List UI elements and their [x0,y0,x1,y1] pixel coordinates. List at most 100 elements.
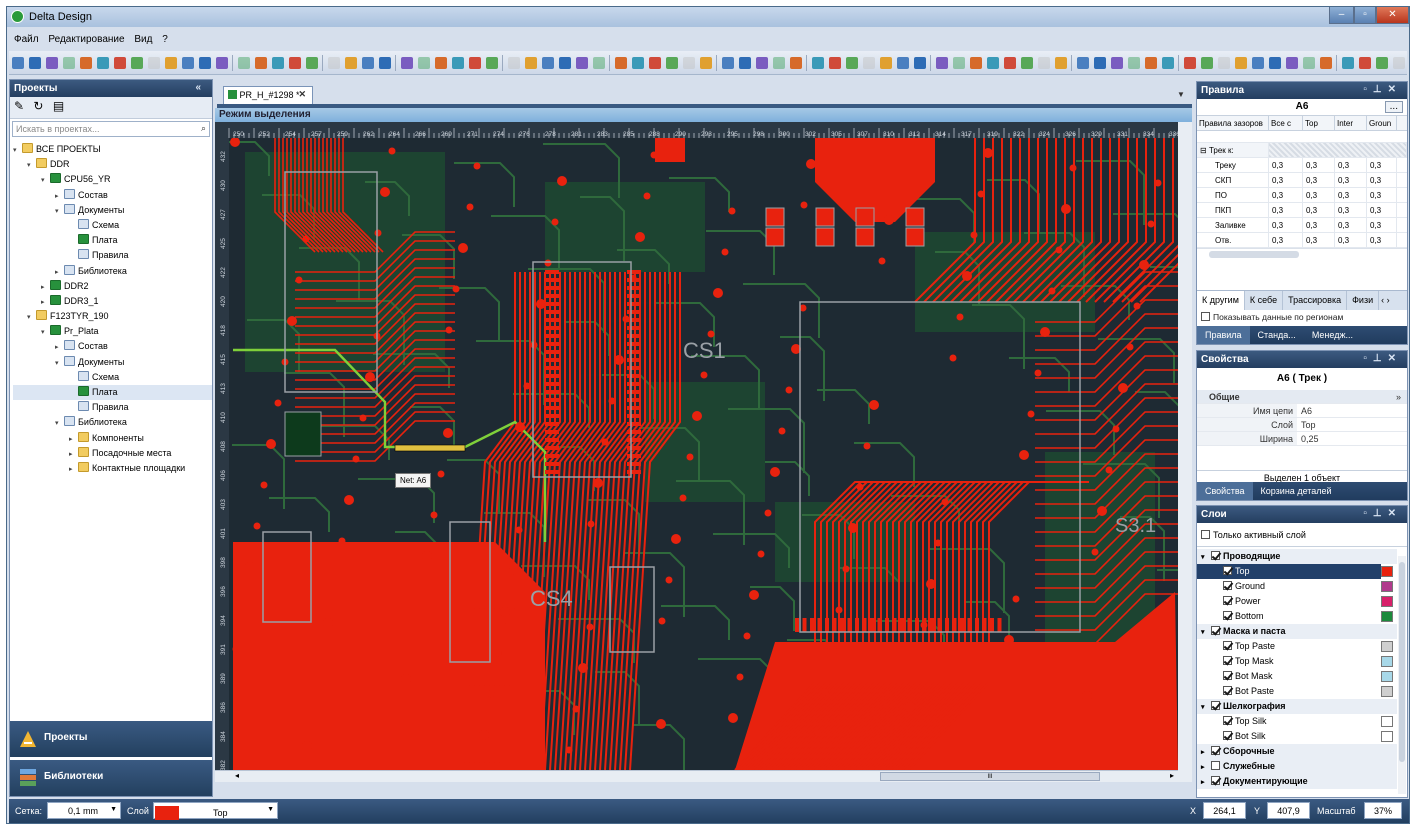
group-arrow-icon[interactable]: ▾ [1201,625,1211,640]
panel-controls-icon[interactable]: ▫⊥✕ [1363,353,1402,364]
rules-cell[interactable]: 0,3 [1367,218,1397,232]
tree-node[interactable]: Правила [13,248,212,263]
layer-visibility-checkbox[interactable] [1211,776,1220,785]
collapse-section-icon[interactable]: » [1297,390,1407,403]
toolbar-tool-icon[interactable] [12,57,24,69]
tree-node[interactable]: ▾ F123TYR_190 [13,309,212,324]
tree-node[interactable]: ▾ Библиотека [13,415,212,430]
toolbar-tool-icon[interactable] [379,57,391,69]
property-row[interactable]: Ширина 0,25 [1197,432,1407,446]
toolbar-tool-icon[interactable] [1004,57,1016,69]
rules-cell[interactable]: 0,3 [1269,203,1303,217]
tab-document[interactable]: PR_H_#1298 * ✕ [223,86,313,104]
tree-node[interactable]: Плата [13,385,212,401]
rules-cell[interactable]: 0,3 [1335,218,1367,232]
layer-color-swatch[interactable] [1381,686,1393,697]
toolbar-tool-icon[interactable] [1162,57,1174,69]
scale-value[interactable]: 37% [1364,802,1402,819]
toolbar-tool-icon[interactable] [46,57,58,69]
rules-cell[interactable]: 0,3 [1367,188,1397,202]
close-tab-icon[interactable]: ✕ [298,89,306,100]
group-arrow-icon[interactable]: ▸ [1201,745,1211,760]
horizontal-scroll-thumb[interactable]: III [880,772,1100,781]
subtab-scroll-icon[interactable]: ‹ › [1379,291,1395,310]
toolbar-tool-icon[interactable] [1021,57,1033,69]
layer-visibility-checkbox[interactable] [1211,626,1220,635]
toolbar-tool-icon[interactable] [987,57,999,69]
tree-node[interactable]: ▸ Состав [13,188,212,203]
grid-select[interactable]: 0,1 mm ▼ [47,802,121,819]
layer-group[interactable]: ▸ Служебные [1197,759,1397,774]
layer-visibility-checkbox[interactable] [1211,746,1220,755]
menu-edit[interactable]: Редактирование [48,32,124,48]
rules-cell[interactable]: 0,3 [1335,188,1367,202]
layer-visibility-checkbox[interactable] [1211,701,1220,710]
expanded-arrow-icon[interactable]: ▾ [55,416,64,431]
toolbar-tool-icon[interactable] [1303,57,1315,69]
rules-cell[interactable]: 0,3 [1303,158,1335,172]
rules-cell[interactable]: 0,3 [1269,218,1303,232]
group-arrow-icon[interactable]: ▸ [1201,775,1211,790]
toolbar-tool-icon[interactable] [812,57,824,69]
toolbar-tool-icon[interactable] [148,57,160,69]
layer-visibility-checkbox[interactable] [1223,686,1232,695]
tree-node[interactable]: Схема [13,370,212,385]
rules-row[interactable]: СКП 0,3 0,3 0,3 0,3 [1197,173,1407,188]
toolbar-tool-icon[interactable] [739,57,751,69]
minimize-button[interactable]: – [1329,7,1354,24]
toolbar-tool-icon[interactable] [722,57,734,69]
only-active-checkbox[interactable] [1201,530,1210,539]
group-arrow-icon[interactable]: ▸ [1201,760,1211,775]
layer-item[interactable]: Bottom [1197,609,1407,624]
collapsed-arrow-icon[interactable]: ▸ [69,432,78,447]
rules-cell[interactable]: 0,3 [1303,218,1335,232]
region-checkbox-row[interactable]: Показывать данные по регионам [1201,312,1343,322]
rules-cell[interactable]: 0,3 [1367,158,1397,172]
toolbar-tool-icon[interactable] [576,57,588,69]
toolbar-tool-icon[interactable] [1128,57,1140,69]
toolbar-tool-icon[interactable] [756,57,768,69]
toolbar-tool-icon[interactable] [1094,57,1106,69]
vertical-scrollbar[interactable] [1178,122,1192,782]
rules-bottom-tab[interactable]: Правила [1197,326,1250,344]
rules-cell[interactable]: 0,3 [1269,158,1303,172]
menu-view[interactable]: Вид [134,32,152,48]
rules-cell[interactable]: 0,3 [1335,233,1367,247]
toolbar-tool-icon[interactable] [1286,57,1298,69]
rules-subtab[interactable]: К другим [1197,291,1245,310]
rules-cell[interactable]: 0,3 [1269,173,1303,187]
toolbar-tool-icon[interactable] [846,57,858,69]
toolbar-tool-icon[interactable] [435,57,447,69]
layer-group[interactable]: ▾ Шелкография [1197,699,1397,714]
toolbar-tool-icon[interactable] [1252,57,1264,69]
rules-subtab[interactable]: К себе [1245,291,1284,310]
toolbar-tool-icon[interactable] [508,57,520,69]
pin-icon[interactable]: ✎ [14,99,24,113]
rules-cell[interactable]: 0,3 [1269,233,1303,247]
toolbar-tool-icon[interactable] [953,57,965,69]
toolbar-tool-icon[interactable] [328,57,340,69]
layer-visibility-checkbox[interactable] [1211,761,1220,770]
layer-visibility-checkbox[interactable] [1223,671,1232,680]
collapsed-arrow-icon[interactable]: ▸ [69,447,78,462]
toolbar-tool-icon[interactable] [97,57,109,69]
toolbar-tool-icon[interactable] [1218,57,1230,69]
layer-item[interactable]: Ground [1197,579,1407,594]
toolbar-tool-icon[interactable] [238,57,250,69]
toolbar-tool-icon[interactable] [829,57,841,69]
group-arrow-icon[interactable]: ▾ [1201,700,1211,715]
toolbar-tool-icon[interactable] [1342,57,1354,69]
property-row[interactable]: Слой Top [1197,418,1407,432]
tree-node[interactable]: ▸ Компоненты [13,431,212,446]
tree-node[interactable]: ▸ Контактные площадки [13,461,212,476]
tree-node[interactable]: ▸ DDR2 [13,279,212,294]
toolbar-tool-icon[interactable] [700,57,712,69]
tree-node[interactable]: ▾ ВСЕ ПРОЕКТЫ [13,142,212,157]
toolbar-tool-icon[interactable] [1376,57,1388,69]
property-value[interactable]: A6 [1297,404,1312,417]
toolbar-tool-icon[interactable] [1201,57,1213,69]
properties-section[interactable]: Общие » [1197,390,1407,404]
rules-cell[interactable]: 0,3 [1303,233,1335,247]
rules-cell[interactable]: 0,3 [1335,158,1367,172]
collapsed-arrow-icon[interactable]: ▸ [55,265,64,280]
